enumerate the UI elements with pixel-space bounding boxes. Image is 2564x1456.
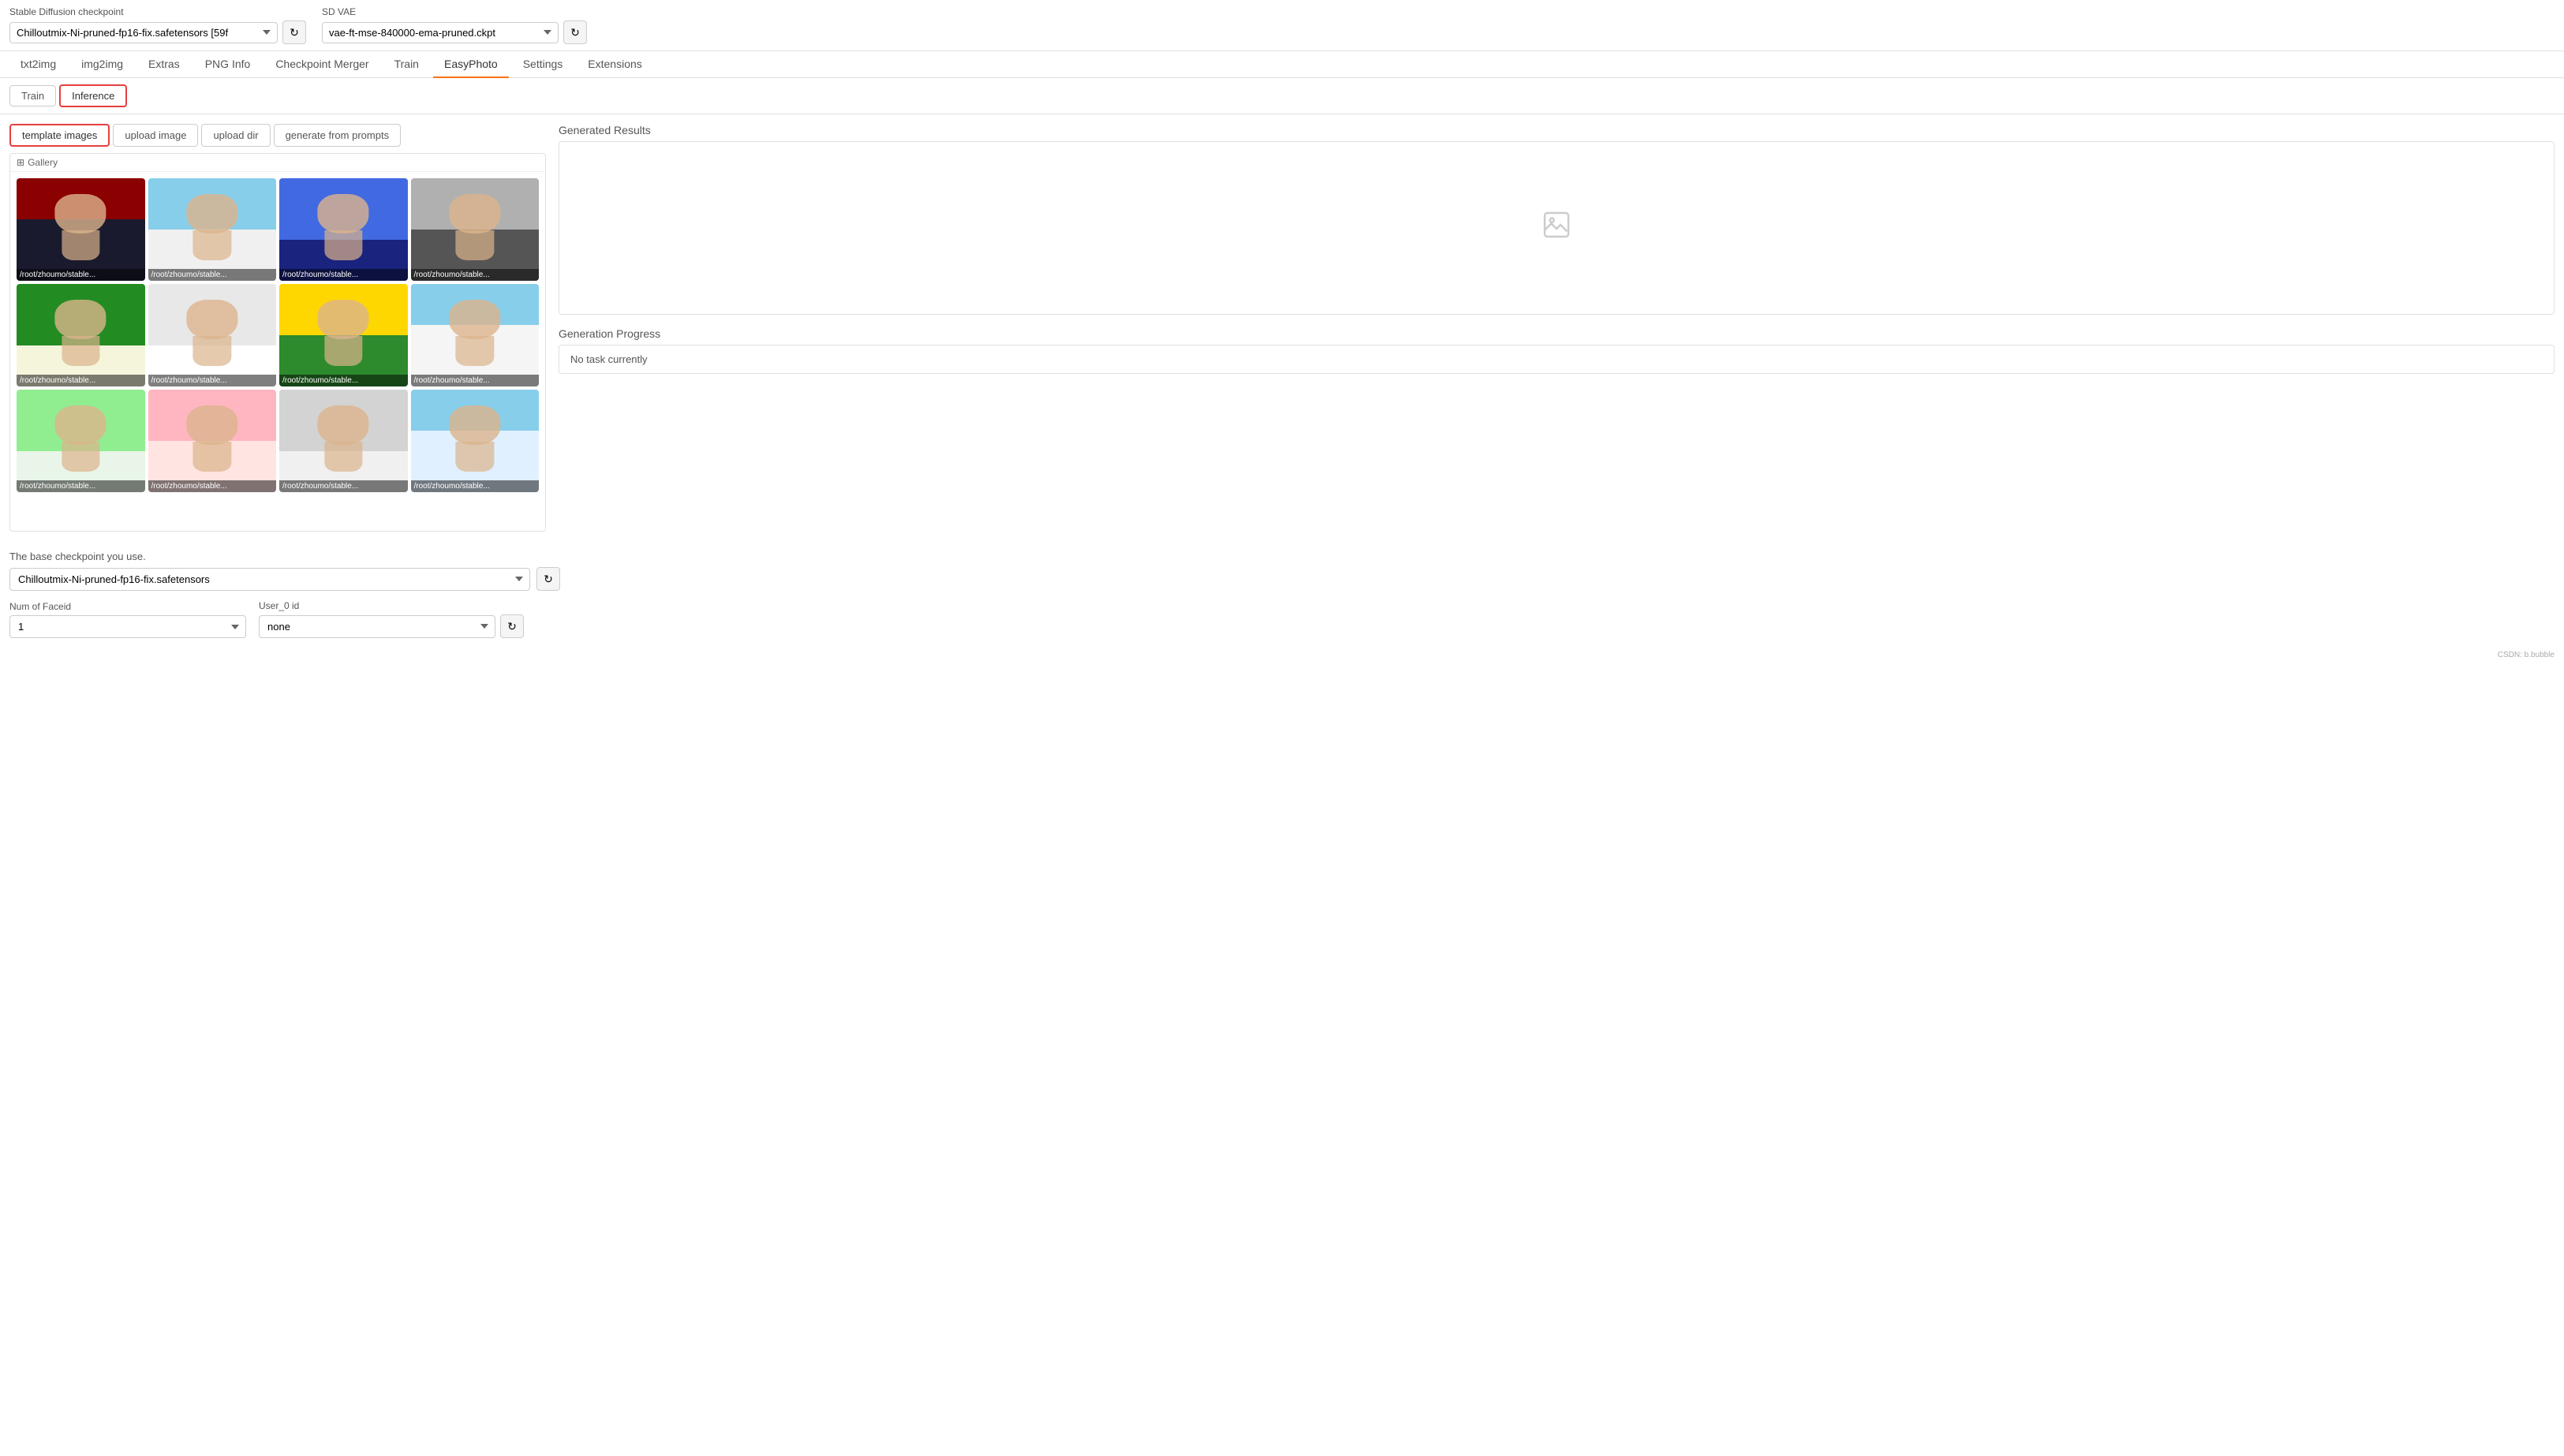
image-placeholder-icon (1541, 209, 1572, 247)
gallery-container[interactable]: ⊞ Gallery /root/zhoumo/stable... /root/z… (9, 153, 546, 532)
generated-results-section: Generated Results (559, 124, 2555, 315)
num-faceid-group: Num of Faceid 1 (9, 601, 246, 638)
generated-results-box (559, 141, 2555, 315)
vae-select[interactable]: vae-ft-mse-840000-ema-pruned.ckpt (322, 22, 559, 43)
gallery-label: Gallery (28, 157, 58, 168)
image-tab-template[interactable]: template images (9, 124, 110, 147)
user-id-refresh-button[interactable]: ↻ (500, 614, 524, 638)
sub-tab-train[interactable]: Train (9, 85, 56, 106)
vae-label: SD VAE (322, 6, 587, 17)
tab-txt2img[interactable]: txt2img (9, 51, 67, 78)
progress-box: No task currently (559, 345, 2555, 374)
bottom-section: The base checkpoint you use. Chilloutmix… (0, 541, 2564, 648)
num-faceid-select-wrapper: 1 (9, 615, 246, 638)
list-item[interactable]: /root/zhoumo/stable... (279, 390, 408, 492)
sub-tab-inference[interactable]: Inference (59, 84, 127, 107)
gallery-item-label: /root/zhoumo/stable... (411, 375, 540, 386)
left-panel: template images upload image upload dir … (9, 124, 546, 532)
gallery-item-label: /root/zhoumo/stable... (17, 480, 145, 492)
generated-results-title: Generated Results (559, 124, 2555, 136)
list-item[interactable]: /root/zhoumo/stable... (411, 390, 540, 492)
vae-field-group: SD VAE vae-ft-mse-840000-ema-pruned.ckpt… (322, 6, 587, 44)
num-faceid-select[interactable]: 1 (9, 615, 246, 638)
params-row: Num of Faceid 1 User_0 id none ↻ (9, 600, 2555, 638)
content-area: template images upload image upload dir … (0, 114, 2564, 541)
list-item[interactable]: /root/zhoumo/stable... (148, 390, 277, 492)
gallery-item-label: /root/zhoumo/stable... (411, 269, 540, 281)
base-checkpoint-select[interactable]: Chilloutmix-Ni-pruned-fp16-fix.safetenso… (9, 568, 530, 591)
image-tab-upload-image[interactable]: upload image (113, 124, 198, 147)
num-faceid-label: Num of Faceid (9, 601, 246, 612)
top-section: Stable Diffusion checkpoint Chilloutmix-… (0, 0, 2564, 51)
base-checkpoint-row: Chilloutmix-Ni-pruned-fp16-fix.safetenso… (9, 567, 2555, 591)
tab-easyphoto[interactable]: EasyPhoto (433, 51, 509, 78)
gallery-item-label: /root/zhoumo/stable... (411, 480, 540, 492)
right-panel: Generated Results Generation Progress No… (559, 124, 2555, 532)
tab-settings[interactable]: Settings (512, 51, 574, 78)
user-id-select[interactable]: none (259, 615, 495, 638)
gallery-grid: /root/zhoumo/stable... /root/zhoumo/stab… (10, 172, 545, 498)
tab-checkpoint-merger[interactable]: Checkpoint Merger (264, 51, 379, 78)
vae-select-wrapper: vae-ft-mse-840000-ema-pruned.ckpt ↻ (322, 21, 587, 44)
image-tabs: template images upload image upload dir … (9, 124, 546, 147)
tab-train[interactable]: Train (383, 51, 430, 78)
list-item[interactable]: /root/zhoumo/stable... (279, 178, 408, 281)
tab-png-info[interactable]: PNG Info (194, 51, 262, 78)
list-item[interactable]: /root/zhoumo/stable... (17, 390, 145, 492)
tab-extras[interactable]: Extras (137, 51, 191, 78)
no-task-text: No task currently (570, 353, 648, 365)
tab-img2img[interactable]: img2img (70, 51, 134, 78)
list-item[interactable]: /root/zhoumo/stable... (17, 178, 145, 281)
user-id-label: User_0 id (259, 600, 524, 611)
tab-extensions[interactable]: Extensions (577, 51, 652, 78)
user-id-group: User_0 id none ↻ (259, 600, 524, 638)
sub-tabs: Train Inference (0, 78, 2564, 114)
list-item[interactable]: /root/zhoumo/stable... (17, 284, 145, 386)
generation-progress-section: Generation Progress No task currently (559, 327, 2555, 374)
main-nav: txt2img img2img Extras PNG Info Checkpoi… (0, 51, 2564, 78)
list-item[interactable]: /root/zhoumo/stable... (411, 178, 540, 281)
gallery-item-label: /root/zhoumo/stable... (148, 375, 277, 386)
base-checkpoint-description: The base checkpoint you use. (9, 551, 2555, 562)
footer-note: CSDN: b.bubble (0, 648, 2564, 663)
checkpoint-select-wrapper: Chilloutmix-Ni-pruned-fp16-fix.safetenso… (9, 21, 306, 44)
gallery-item-label: /root/zhoumo/stable... (279, 375, 408, 386)
gallery-item-label: /root/zhoumo/stable... (279, 269, 408, 281)
user-id-select-wrapper: none ↻ (259, 614, 524, 638)
gallery-item-label: /root/zhoumo/stable... (279, 480, 408, 492)
checkpoint-field-group: Stable Diffusion checkpoint Chilloutmix-… (9, 6, 306, 44)
image-tab-generate-prompts[interactable]: generate from prompts (274, 124, 402, 147)
list-item[interactable]: /root/zhoumo/stable... (411, 284, 540, 386)
checkpoint-refresh-button[interactable]: ↻ (282, 21, 306, 44)
vae-refresh-button[interactable]: ↻ (563, 21, 587, 44)
checkpoint-label: Stable Diffusion checkpoint (9, 6, 306, 17)
gallery-item-label: /root/zhoumo/stable... (148, 480, 277, 492)
gallery-item-label: /root/zhoumo/stable... (148, 269, 277, 281)
list-item[interactable]: /root/zhoumo/stable... (148, 284, 277, 386)
generation-progress-title: Generation Progress (559, 327, 2555, 340)
gallery-icon: ⊞ (17, 157, 24, 168)
gallery-item-label: /root/zhoumo/stable... (17, 375, 145, 386)
checkpoint-select[interactable]: Chilloutmix-Ni-pruned-fp16-fix.safetenso… (9, 22, 278, 43)
gallery-header: ⊞ Gallery (10, 154, 545, 172)
image-tab-upload-dir[interactable]: upload dir (201, 124, 270, 147)
list-item[interactable]: /root/zhoumo/stable... (148, 178, 277, 281)
base-checkpoint-refresh-button[interactable]: ↻ (536, 567, 560, 591)
list-item[interactable]: /root/zhoumo/stable... (279, 284, 408, 386)
gallery-item-label: /root/zhoumo/stable... (17, 269, 145, 281)
